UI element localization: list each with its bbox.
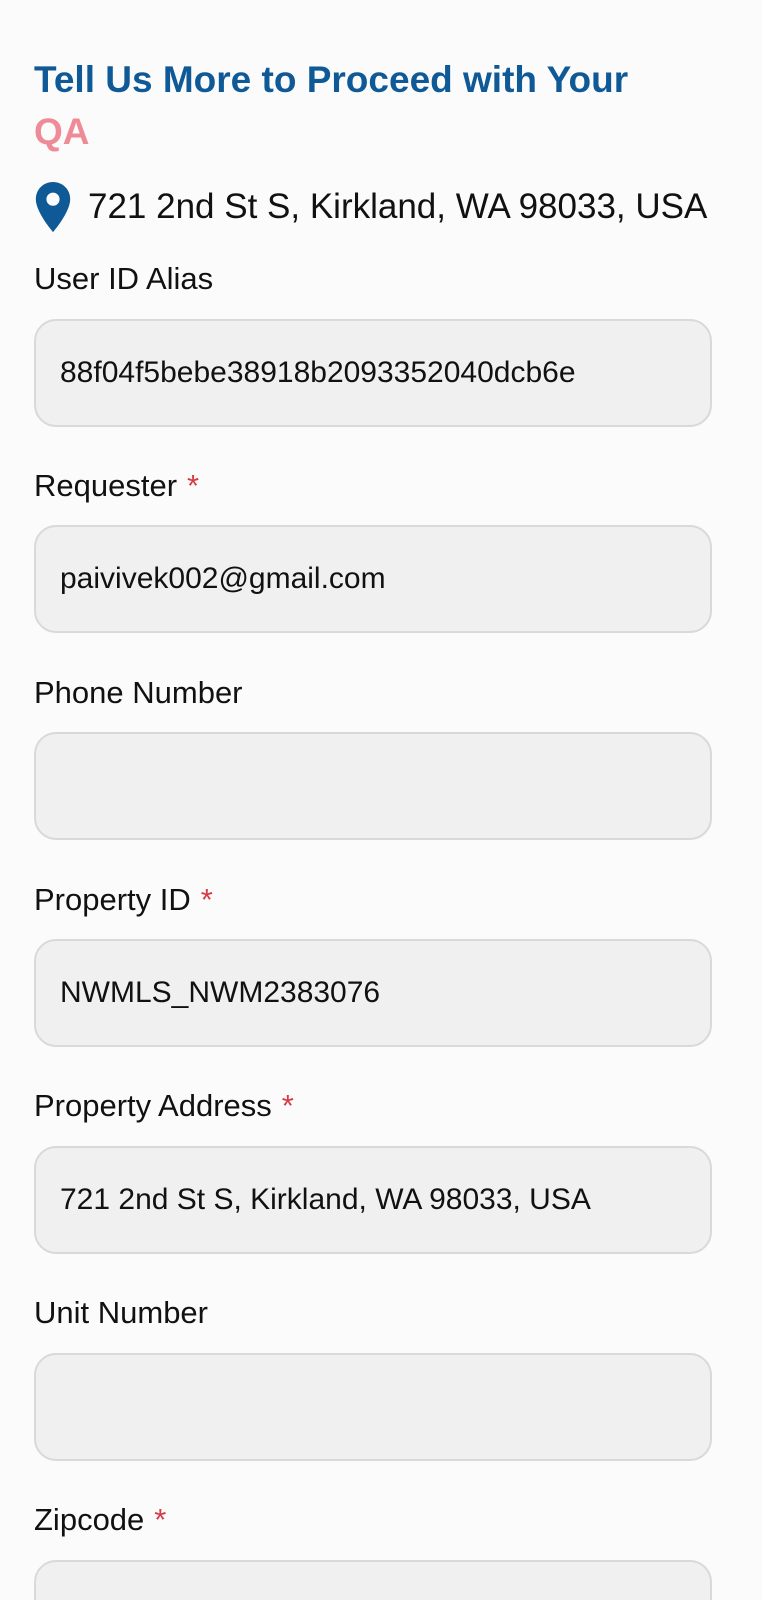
location-pin-icon xyxy=(35,182,71,232)
page-title-line1: Tell Us More to Proceed with Your xyxy=(34,59,629,100)
required-asterisk: * xyxy=(200,882,213,917)
zipcode-label: Zipcode * xyxy=(34,1500,166,1540)
user-id-alias-label-text: User ID Alias xyxy=(34,261,214,296)
property-id-input[interactable] xyxy=(34,939,712,1047)
property-address-label-text: Property Address xyxy=(34,1088,272,1123)
request-form-page: Tell Us More to Proceed with Your QA 721… xyxy=(0,0,762,1600)
required-asterisk: * xyxy=(187,468,200,503)
user-id-alias-input[interactable] xyxy=(34,319,712,427)
zipcode-input[interactable] xyxy=(34,1560,712,1600)
user-id-alias-label: User ID Alias xyxy=(34,259,213,299)
unit-number-input[interactable] xyxy=(34,1353,712,1461)
page-title-accent: QA xyxy=(34,111,90,152)
requester-input[interactable] xyxy=(34,525,712,633)
unit-number-label: Unit Number xyxy=(34,1293,208,1333)
requester-label: Requester * xyxy=(34,466,199,506)
property-address-input[interactable] xyxy=(34,1146,712,1254)
location-row: 721 2nd St S, Kirkland, WA 98033, USA xyxy=(34,180,707,234)
zipcode-label-text: Zipcode xyxy=(34,1502,145,1537)
required-asterisk: * xyxy=(281,1088,294,1123)
page-title: Tell Us More to Proceed with Your QA xyxy=(34,54,734,158)
required-asterisk: * xyxy=(154,1502,167,1537)
phone-number-input[interactable] xyxy=(34,732,712,840)
phone-number-label: Phone Number xyxy=(34,673,243,713)
property-id-label: Property ID * xyxy=(34,880,213,920)
location-address: 721 2nd St S, Kirkland, WA 98033, USA xyxy=(88,187,708,226)
requester-label-text: Requester xyxy=(34,468,178,503)
phone-number-label-text: Phone Number xyxy=(34,675,243,710)
unit-number-label-text: Unit Number xyxy=(34,1295,208,1330)
property-id-label-text: Property ID xyxy=(34,882,191,917)
property-address-label: Property Address * xyxy=(34,1086,294,1126)
